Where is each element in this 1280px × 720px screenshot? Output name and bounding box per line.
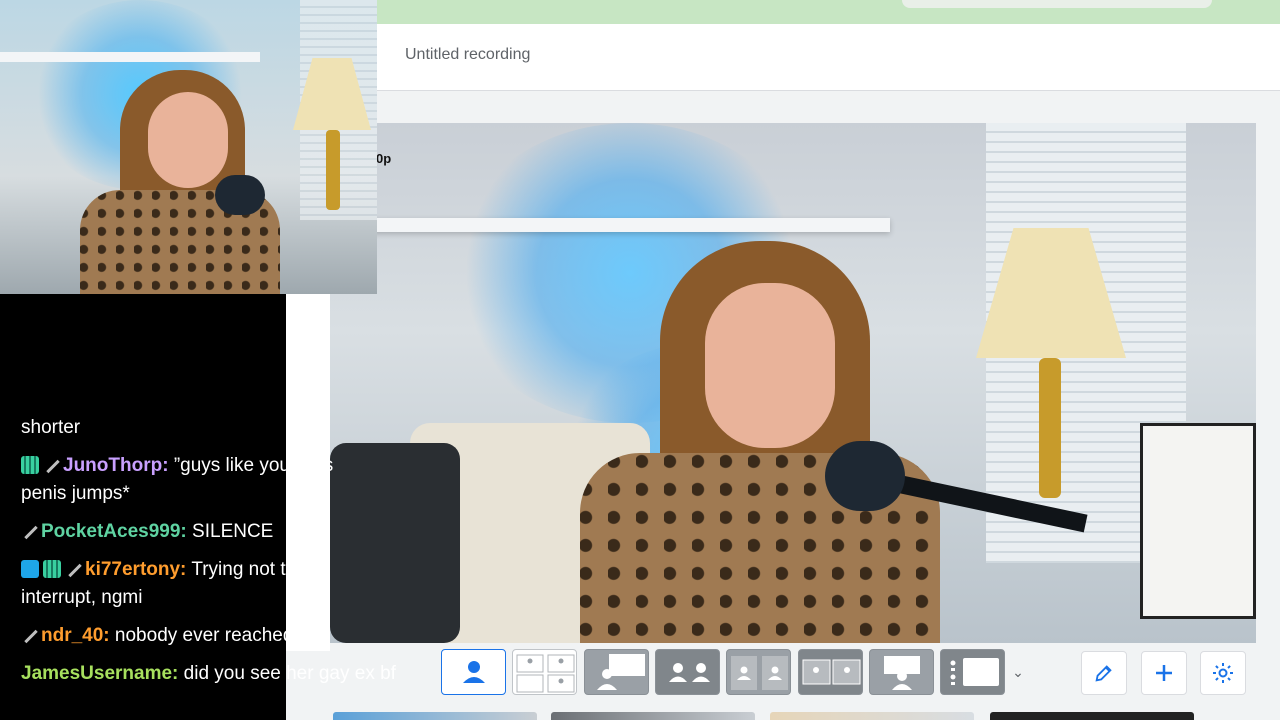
scene-thumbnail[interactable] (990, 712, 1194, 720)
framed-people-icon (802, 659, 861, 685)
scene-thumbnail[interactable] (551, 712, 755, 720)
subscriber-badge-icon (43, 560, 61, 578)
layout-two-equal-button[interactable] (726, 649, 791, 695)
chat-message: JunoThorp: ”guys like you” *his penis ju… (21, 452, 381, 508)
chat-message: PocketAces999: SILENCE (21, 518, 421, 546)
scene-thumbnail[interactable] (770, 712, 974, 720)
chat-message-text: shorter (21, 417, 81, 438)
chat-username: PocketAces999: (41, 521, 187, 542)
sword-badge-icon (21, 524, 37, 540)
chat-message-text: did you see her gay ex bf (183, 663, 396, 684)
add-button[interactable] (1141, 651, 1187, 695)
recording-title-bar: Untitled recording (377, 24, 1280, 91)
chevron-down-icon[interactable]: ⌄ (1009, 655, 1027, 689)
sword-badge-icon (43, 458, 59, 474)
gear-icon (1213, 663, 1233, 683)
wall-shelf (0, 52, 260, 62)
top-banner-strip (377, 0, 1280, 24)
lamp-base (326, 130, 340, 210)
webcam-overlay (0, 0, 377, 294)
banner-pill (902, 0, 1212, 8)
two-people-icon (669, 663, 710, 682)
layout-toolbar: ⌄ (441, 649, 1041, 697)
main-video-feed: 0p (330, 123, 1256, 643)
microphone (825, 441, 905, 511)
sword-badge-icon (65, 562, 81, 578)
scene-thumbnail[interactable] (333, 712, 537, 720)
layout-grid-quad-button[interactable] (512, 649, 577, 695)
chat-username: JunoThorp: (63, 455, 169, 476)
layout-two-framed-button[interactable] (798, 649, 863, 695)
lamp-base (1039, 358, 1061, 498)
monitor (1140, 423, 1256, 619)
microphone (215, 175, 265, 215)
video-corner-label: 0p (376, 151, 392, 166)
screen-person-icon (597, 654, 645, 690)
sword-badge-icon (21, 628, 37, 644)
chat-overlay: shorter JunoThorp: ”guys like you” *his … (0, 294, 396, 720)
chat-username: ki77ertony: (85, 559, 187, 580)
chat-username: ndr_40: (41, 625, 110, 646)
person-face (148, 92, 228, 188)
subscriber-badge-icon (21, 456, 39, 474)
grid-people-icon (516, 654, 575, 693)
chat-message: shorter (21, 414, 421, 442)
pencil-button[interactable] (1081, 651, 1127, 695)
chat-message-text: nobody ever reached 6' (114, 625, 313, 646)
chat-message: ki77ertony: Trying not to interrupt, ngm… (21, 556, 331, 612)
wall-shelf (370, 218, 890, 232)
scene-filmstrip (333, 712, 1253, 720)
plus-icon (1156, 665, 1172, 681)
person-face (705, 283, 835, 448)
sidebar-screen-icon (950, 658, 999, 686)
layout-screen-with-person-button[interactable] (584, 649, 649, 695)
chat-message: ndr_40: nobody ever reached 6' (21, 622, 421, 650)
split-people-icon (731, 656, 788, 690)
settings-button[interactable] (1200, 651, 1246, 695)
layout-single-speaker-button[interactable] (441, 649, 506, 695)
layout-sidebar-screen-button[interactable] (940, 649, 1005, 695)
recording-title[interactable]: Untitled recording (405, 46, 530, 64)
layout-side-by-side-people-button[interactable] (655, 649, 720, 695)
tool-badge-icon (21, 560, 39, 578)
chat-messages: shorter JunoThorp: ”guys like you” *his … (21, 414, 421, 698)
chat-username: JamesUsername: (21, 663, 179, 684)
chat-message: JamesUsername: did you see her gay ex bf (21, 660, 411, 688)
chat-message-text: SILENCE (192, 521, 274, 542)
layout-person-on-screen-button[interactable] (869, 649, 934, 695)
person-icon (463, 661, 485, 683)
pencil-icon (1095, 665, 1112, 682)
person-screen-icon (884, 656, 920, 690)
